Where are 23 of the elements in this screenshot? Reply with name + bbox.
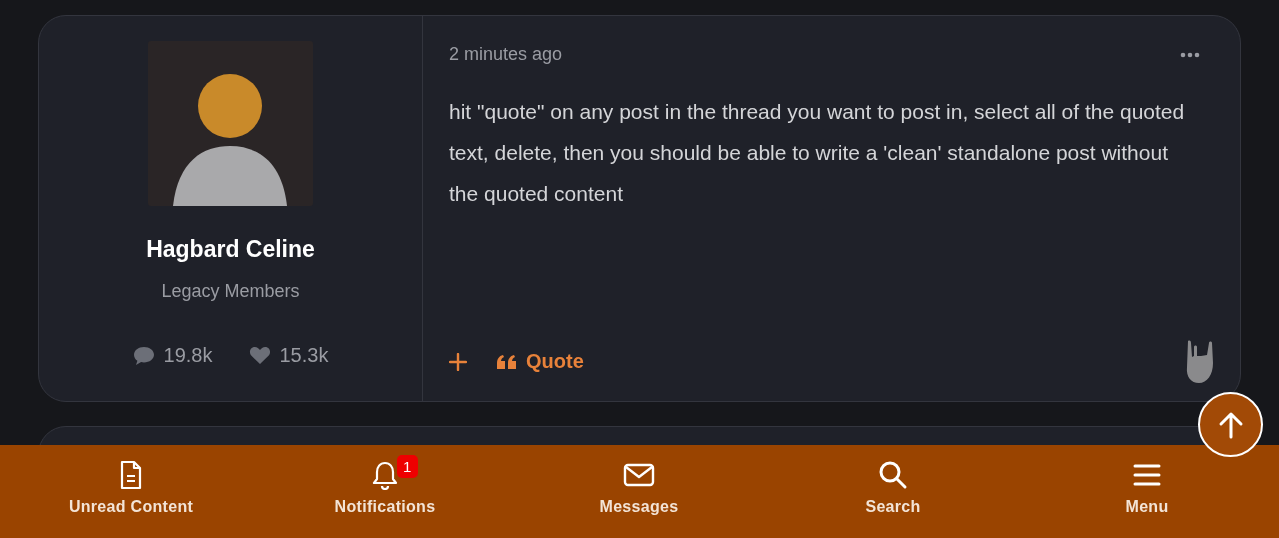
speech-bubble-icon (132, 345, 155, 366)
quote-icon (497, 354, 516, 369)
quote-button[interactable]: Quote (497, 350, 584, 373)
post-count: 19.8k (163, 344, 213, 367)
nav-tab[interactable]: Menu (1020, 445, 1274, 538)
like-count: 15.3k (279, 344, 329, 367)
bell-icon (371, 460, 399, 490)
arrow-up-icon (1217, 410, 1244, 439)
document-icon (119, 460, 143, 490)
nav-tab[interactable]: Search (766, 445, 1020, 538)
post-text: hit "quote" on any post in the thread you want to post in, select all of the quoted text, delete, then you should be able to write a 'clean' standalone post without the quoted content (449, 99, 1186, 207)
user-group: Legacy Members (161, 281, 300, 302)
more-options-icon[interactable] (1180, 51, 1200, 58)
post-time: 2 minutes ago (449, 44, 563, 65)
nav-tab[interactable]: Unread Content (4, 445, 258, 538)
nav-tab[interactable]: Messages (512, 445, 766, 538)
heart-icon (248, 346, 271, 365)
plus-icon[interactable] (449, 352, 467, 371)
search-icon (878, 460, 908, 490)
hand-icon[interactable] (1184, 339, 1216, 385)
author-name: Hagbard Celine (146, 236, 315, 263)
nav-tab[interactable]: Notifications 1 (258, 445, 512, 538)
notification-badge: 1 (397, 455, 418, 478)
